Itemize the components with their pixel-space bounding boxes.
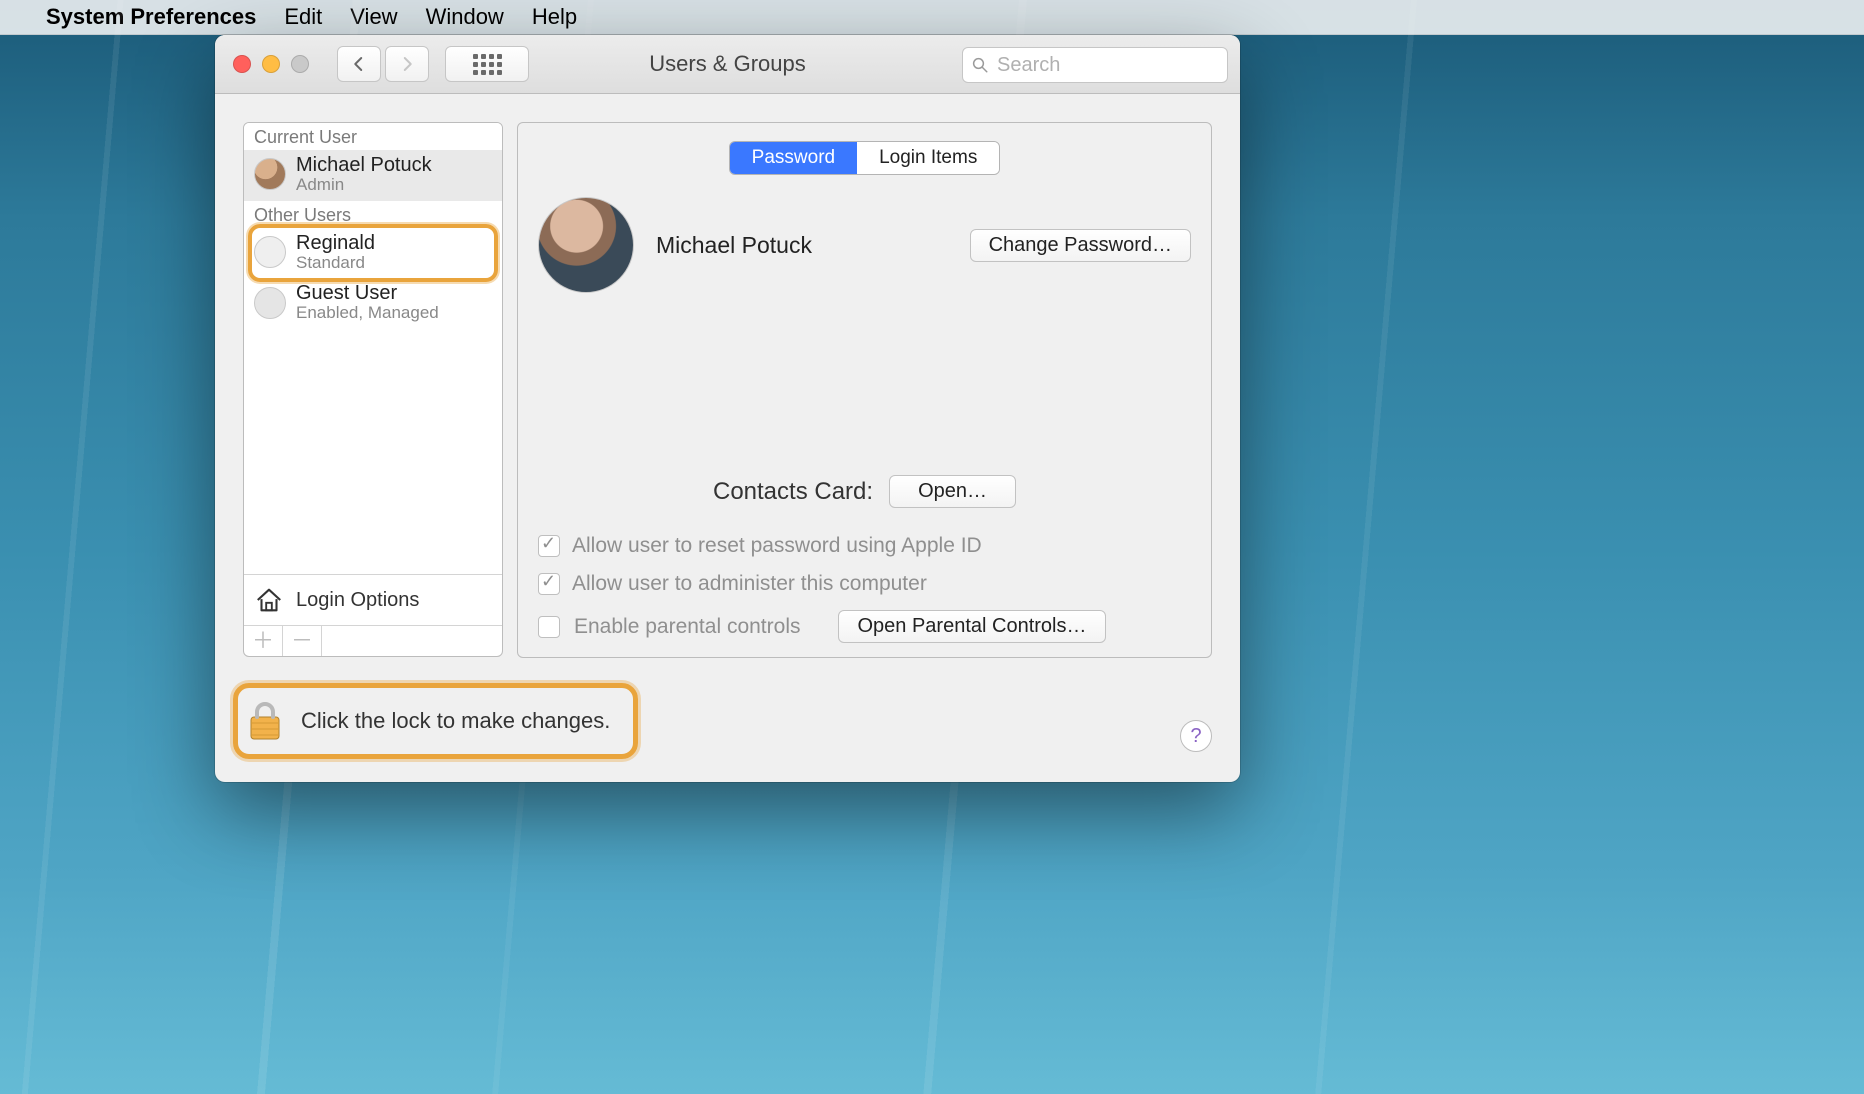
lock-to-make-changes[interactable]: Click the lock to make changes.	[237, 691, 630, 751]
profile-avatar[interactable]	[538, 197, 634, 293]
tab-password[interactable]: Password	[730, 142, 857, 174]
chevron-left-icon	[350, 55, 368, 73]
user-name-block: Guest User Enabled, Managed	[296, 282, 439, 323]
forward-button	[385, 46, 429, 82]
sidebar-item-current-user[interactable]: Michael Potuck Admin	[244, 150, 502, 201]
search-input[interactable]: Search	[962, 47, 1228, 83]
traffic-lights	[233, 55, 309, 73]
checkbox-label: Enable parental controls	[574, 615, 800, 639]
menu-view[interactable]: View	[350, 4, 397, 30]
add-user-button: ＋	[244, 626, 283, 656]
avatar	[254, 158, 286, 190]
lock-icon	[247, 701, 283, 741]
checkbox	[538, 616, 560, 638]
window-footer: Click the lock to make changes. ?	[215, 668, 1240, 782]
window-titlebar: Users & Groups Search	[215, 35, 1240, 94]
contacts-card-label: Contacts Card:	[713, 478, 873, 506]
avatar	[254, 287, 286, 319]
home-icon	[254, 585, 284, 615]
user-name-block: Reginald Standard	[296, 232, 375, 273]
window-body: Current User Michael Potuck Admin Other …	[215, 94, 1240, 668]
open-contacts-button[interactable]: Open…	[889, 475, 1016, 508]
remove-user-button: －	[283, 626, 322, 656]
zoom-window-button	[291, 55, 309, 73]
preferences-window: Users & Groups Search Current User Micha…	[215, 35, 1240, 782]
login-options-button[interactable]: Login Options	[244, 574, 502, 625]
checkbox-label: Allow user to reset password using Apple…	[572, 534, 982, 558]
sidebar-item-guest-user[interactable]: Guest User Enabled, Managed	[244, 278, 502, 329]
content-panel: Password Login Items Michael Potuck Chan…	[517, 122, 1212, 658]
add-remove-bar: ＋ －	[244, 625, 502, 656]
menubar-app-name[interactable]: System Preferences	[46, 4, 256, 30]
menu-help[interactable]: Help	[532, 4, 577, 30]
search-icon	[971, 56, 989, 74]
user-role-label: Standard	[296, 254, 375, 273]
menu-edit[interactable]: Edit	[284, 4, 322, 30]
sidebar-column: Current User Michael Potuck Admin Other …	[243, 122, 503, 658]
user-name-label: Guest User	[296, 282, 439, 304]
close-window-button[interactable]	[233, 55, 251, 73]
profile-row: Michael Potuck Change Password…	[538, 197, 1191, 293]
other-users-header: Other Users	[244, 201, 502, 228]
lock-message-label: Click the lock to make changes.	[301, 708, 610, 734]
menu-window[interactable]: Window	[426, 4, 504, 30]
checkbox	[538, 573, 560, 595]
user-name-block: Michael Potuck Admin	[296, 154, 432, 195]
checkbox-administer: Allow user to administer this computer	[538, 572, 1191, 596]
tab-login-items[interactable]: Login Items	[857, 142, 999, 174]
checkbox-label: Allow user to administer this computer	[572, 572, 927, 596]
nav-buttons	[337, 46, 429, 82]
sidebar-item-reginald[interactable]: Reginald Standard	[244, 228, 502, 279]
current-user-header: Current User	[244, 123, 502, 150]
profile-display-name: Michael Potuck	[656, 232, 812, 259]
search-placeholder: Search	[997, 54, 1060, 77]
help-button[interactable]: ?	[1180, 720, 1212, 752]
back-button[interactable]	[337, 46, 381, 82]
checkbox	[538, 535, 560, 557]
change-password-button[interactable]: Change Password…	[970, 229, 1191, 262]
spacer	[322, 626, 502, 656]
chevron-right-icon	[398, 55, 416, 73]
user-role-label: Enabled, Managed	[296, 304, 439, 323]
user-name-label: Michael Potuck	[296, 154, 432, 176]
contacts-card-row: Contacts Card: Open…	[538, 475, 1191, 518]
show-all-button[interactable]	[445, 46, 529, 82]
checkbox-parental-controls: Enable parental controls Open Parental C…	[538, 610, 1191, 643]
macos-menubar: System Preferences Edit View Window Help	[0, 0, 1864, 35]
avatar	[254, 236, 286, 268]
users-sidebar: Current User Michael Potuck Admin Other …	[243, 122, 503, 657]
open-parental-controls-button[interactable]: Open Parental Controls…	[838, 610, 1105, 643]
minimize-window-button[interactable]	[262, 55, 280, 73]
user-role-label: Admin	[296, 176, 432, 195]
user-name-label: Reginald	[296, 232, 375, 254]
user-options: Allow user to reset password using Apple…	[538, 534, 1191, 643]
sidebar-fill	[244, 329, 502, 574]
checkbox-reset-apple-id: Allow user to reset password using Apple…	[538, 534, 1191, 558]
login-options-label: Login Options	[296, 589, 419, 612]
tab-segmented-control: Password Login Items	[729, 141, 1001, 175]
